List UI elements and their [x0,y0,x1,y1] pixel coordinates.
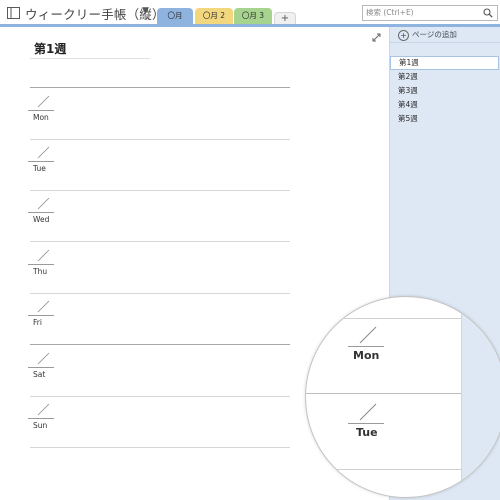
add-page-button[interactable]: + ページの追加 [398,29,457,41]
date-underline [28,315,54,316]
page-item-week-5[interactable]: 第5週 [390,112,498,126]
date-slash-icon [37,352,50,365]
day-block-sun[interactable]: Sun [28,403,54,433]
tab-month-3[interactable]: 〇月 3 [234,8,272,24]
day-label-fri: Fri [33,318,42,327]
date-underline [28,367,54,368]
day-separator [30,139,290,140]
magnified-day-label-mon: Mon [353,349,380,362]
title-bar: ウィークリー手帳（縦） ▼ 〇月 〇月 2 〇月 3 + 検索 (Ctrl+E) [0,0,500,24]
magnifier-callout: Mon Tue [305,296,500,498]
page-list: 第1週 第2週 第3週 第4週 第5週 [390,56,499,126]
date-underline [348,346,384,347]
day-label-mon: Mon [33,113,49,122]
magnifier-separator [306,469,461,470]
title-divider [30,58,150,59]
day-separator [30,447,290,448]
day-separator [30,241,290,242]
page-item-week-3[interactable]: 第3週 [390,84,498,98]
add-page-label: ページの追加 [412,30,457,39]
date-slash-icon [359,326,377,344]
date-underline [28,212,54,213]
date-slash-icon [37,146,50,159]
day-block-mon[interactable]: Mon [28,95,54,125]
day-separator [30,344,290,345]
day-label-sun: Sun [33,421,48,430]
date-underline [28,264,54,265]
day-separator [30,293,290,294]
add-page-divider [389,42,500,43]
date-slash-icon [37,249,50,262]
date-slash-icon [37,95,50,108]
date-slash-icon [37,403,50,416]
date-underline [28,161,54,162]
magnifier-separator [306,393,461,394]
day-label-tue: Tue [33,164,46,173]
day-block-fri[interactable]: Fri [28,300,54,330]
day-separator [30,396,290,397]
tab-month-2[interactable]: 〇月 2 [195,8,233,24]
day-label-sat: Sat [33,370,46,379]
page-title[interactable]: 第1週 [34,40,66,57]
day-block-sat[interactable]: Sat [28,352,54,382]
page-item-week-1[interactable]: 第1週 [390,56,499,70]
tab-month-1[interactable]: 〇月 [157,8,193,24]
day-label-wed: Wed [33,215,50,224]
magnified-day-label-tue: Tue [356,426,378,439]
notebook-icon[interactable] [7,7,20,19]
search-input[interactable]: 検索 (Ctrl+E) [362,5,498,21]
day-block-wed[interactable]: Wed [28,197,54,227]
date-slash-icon [37,300,50,313]
plus-circle-icon: + [398,30,409,41]
magnifier-panel-edge [461,297,500,497]
day-label-thu: Thu [33,267,48,276]
add-section-tab-button[interactable]: + [274,12,296,24]
date-underline [28,110,54,111]
day-separator [30,190,290,191]
date-slash-icon [37,197,50,210]
search-icon[interactable] [483,8,493,18]
date-slash-icon [359,403,377,421]
expand-icon[interactable] [372,33,381,42]
magnifier-separator [306,318,461,319]
search-placeholder: 検索 (Ctrl+E) [366,8,414,17]
page-item-week-2[interactable]: 第2週 [390,70,498,84]
day-block-tue[interactable]: Tue [28,146,54,176]
caret-down-icon[interactable]: ▼ [142,6,149,16]
day-separator [30,87,290,88]
date-underline [348,423,384,424]
date-underline [28,418,54,419]
page-item-week-4[interactable]: 第4週 [390,98,498,112]
day-block-thu[interactable]: Thu [28,249,54,279]
